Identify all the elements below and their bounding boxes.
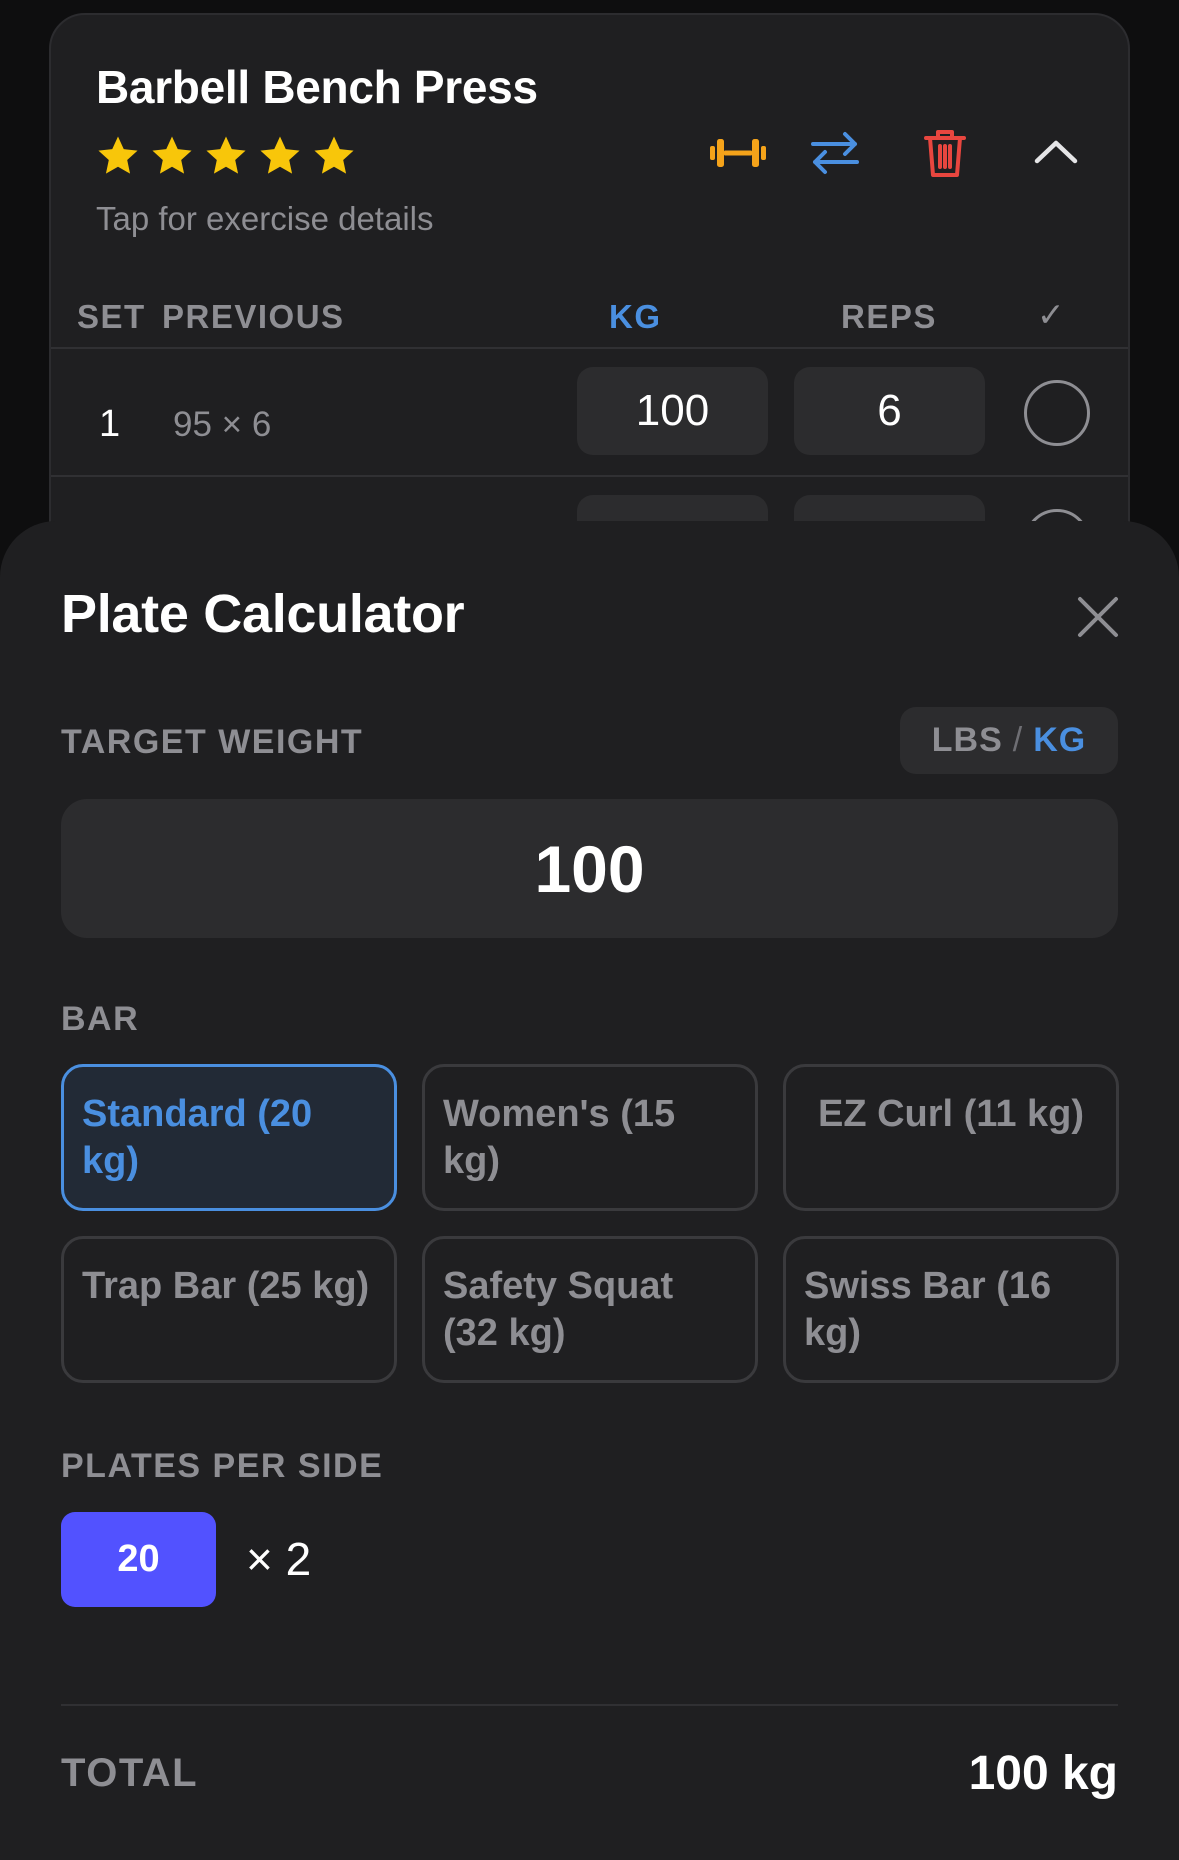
bar-option-ez-curl[interactable]: EZ Curl (11 kg) bbox=[783, 1064, 1119, 1211]
star-icon bbox=[98, 136, 138, 174]
kg-column-header[interactable]: KG bbox=[609, 298, 662, 336]
dumbbell-icon bbox=[710, 139, 766, 167]
star-icon bbox=[314, 136, 354, 174]
unit-separator: / bbox=[1012, 721, 1024, 759]
exercise-card[interactable]: Barbell Bench Press Tap for exercise det… bbox=[49, 13, 1130, 573]
chevron-up-icon bbox=[1034, 140, 1078, 164]
unit-toggle[interactable]: LBS / KG bbox=[900, 707, 1118, 774]
reps-input[interactable]: 6 bbox=[794, 367, 985, 455]
bar-option-standard[interactable]: Standard (20 kg) bbox=[61, 1064, 397, 1211]
bar-option-trap-bar[interactable]: Trap Bar (25 kg) bbox=[61, 1236, 397, 1383]
collapse-button[interactable] bbox=[1026, 123, 1086, 183]
star-icon bbox=[260, 136, 300, 174]
set-column-header: SET bbox=[77, 298, 146, 335]
plates-per-side-label: PLATES PER SIDE bbox=[61, 1447, 384, 1485]
previous-column-header: PREVIOUS bbox=[162, 298, 345, 335]
star-icon bbox=[206, 136, 246, 174]
row-divider bbox=[51, 475, 1128, 477]
header-divider bbox=[51, 347, 1128, 349]
total-label: TOTAL bbox=[61, 1751, 199, 1795]
target-weight-input[interactable]: 100 bbox=[61, 799, 1118, 938]
checkmark-icon: ✓ bbox=[1037, 296, 1067, 333]
trash-icon bbox=[924, 130, 966, 177]
plate-calculator-sheet: Plate Calculator TARGET WEIGHT LBS / KG … bbox=[0, 521, 1179, 1860]
swap-icon bbox=[811, 132, 859, 174]
total-divider bbox=[61, 1704, 1118, 1706]
weight-input[interactable]: 100 bbox=[577, 367, 768, 455]
exercise-title[interactable]: Barbell Bench Press bbox=[96, 60, 538, 114]
plate-chip: 20 bbox=[61, 1512, 216, 1607]
exercise-details-hint[interactable]: Tap for exercise details bbox=[96, 200, 434, 238]
set-number: 1 bbox=[99, 403, 121, 445]
plate-count: × 2 bbox=[246, 1533, 312, 1585]
target-weight-label: TARGET WEIGHT bbox=[61, 723, 364, 761]
reps-column-header: REPS bbox=[841, 298, 937, 335]
bar-label: BAR bbox=[61, 1000, 140, 1038]
screen: Barbell Bench Press Tap for exercise det… bbox=[0, 0, 1179, 1860]
sheet-title: Plate Calculator bbox=[61, 584, 465, 644]
bar-option-swiss-bar[interactable]: Swiss Bar (16 kg) bbox=[783, 1236, 1119, 1383]
unit-kg[interactable]: KG bbox=[1033, 721, 1086, 760]
previous-performance[interactable]: 95 × 6 bbox=[173, 405, 271, 445]
swap-exercise-button[interactable] bbox=[805, 123, 865, 183]
bar-option-womens[interactable]: Women's (15 kg) bbox=[422, 1064, 758, 1211]
set-complete-toggle[interactable] bbox=[1024, 380, 1090, 446]
close-icon[interactable] bbox=[1072, 591, 1124, 643]
bar-option-safety-squat[interactable]: Safety Squat (32 kg) bbox=[422, 1236, 758, 1383]
plate-calculator-button[interactable] bbox=[708, 123, 768, 183]
star-icon bbox=[152, 136, 192, 174]
total-value: 100 kg bbox=[968, 1747, 1118, 1800]
unit-lbs[interactable]: LBS bbox=[932, 721, 1003, 760]
delete-exercise-button[interactable] bbox=[915, 123, 975, 183]
rating-stars bbox=[95, 133, 357, 179]
